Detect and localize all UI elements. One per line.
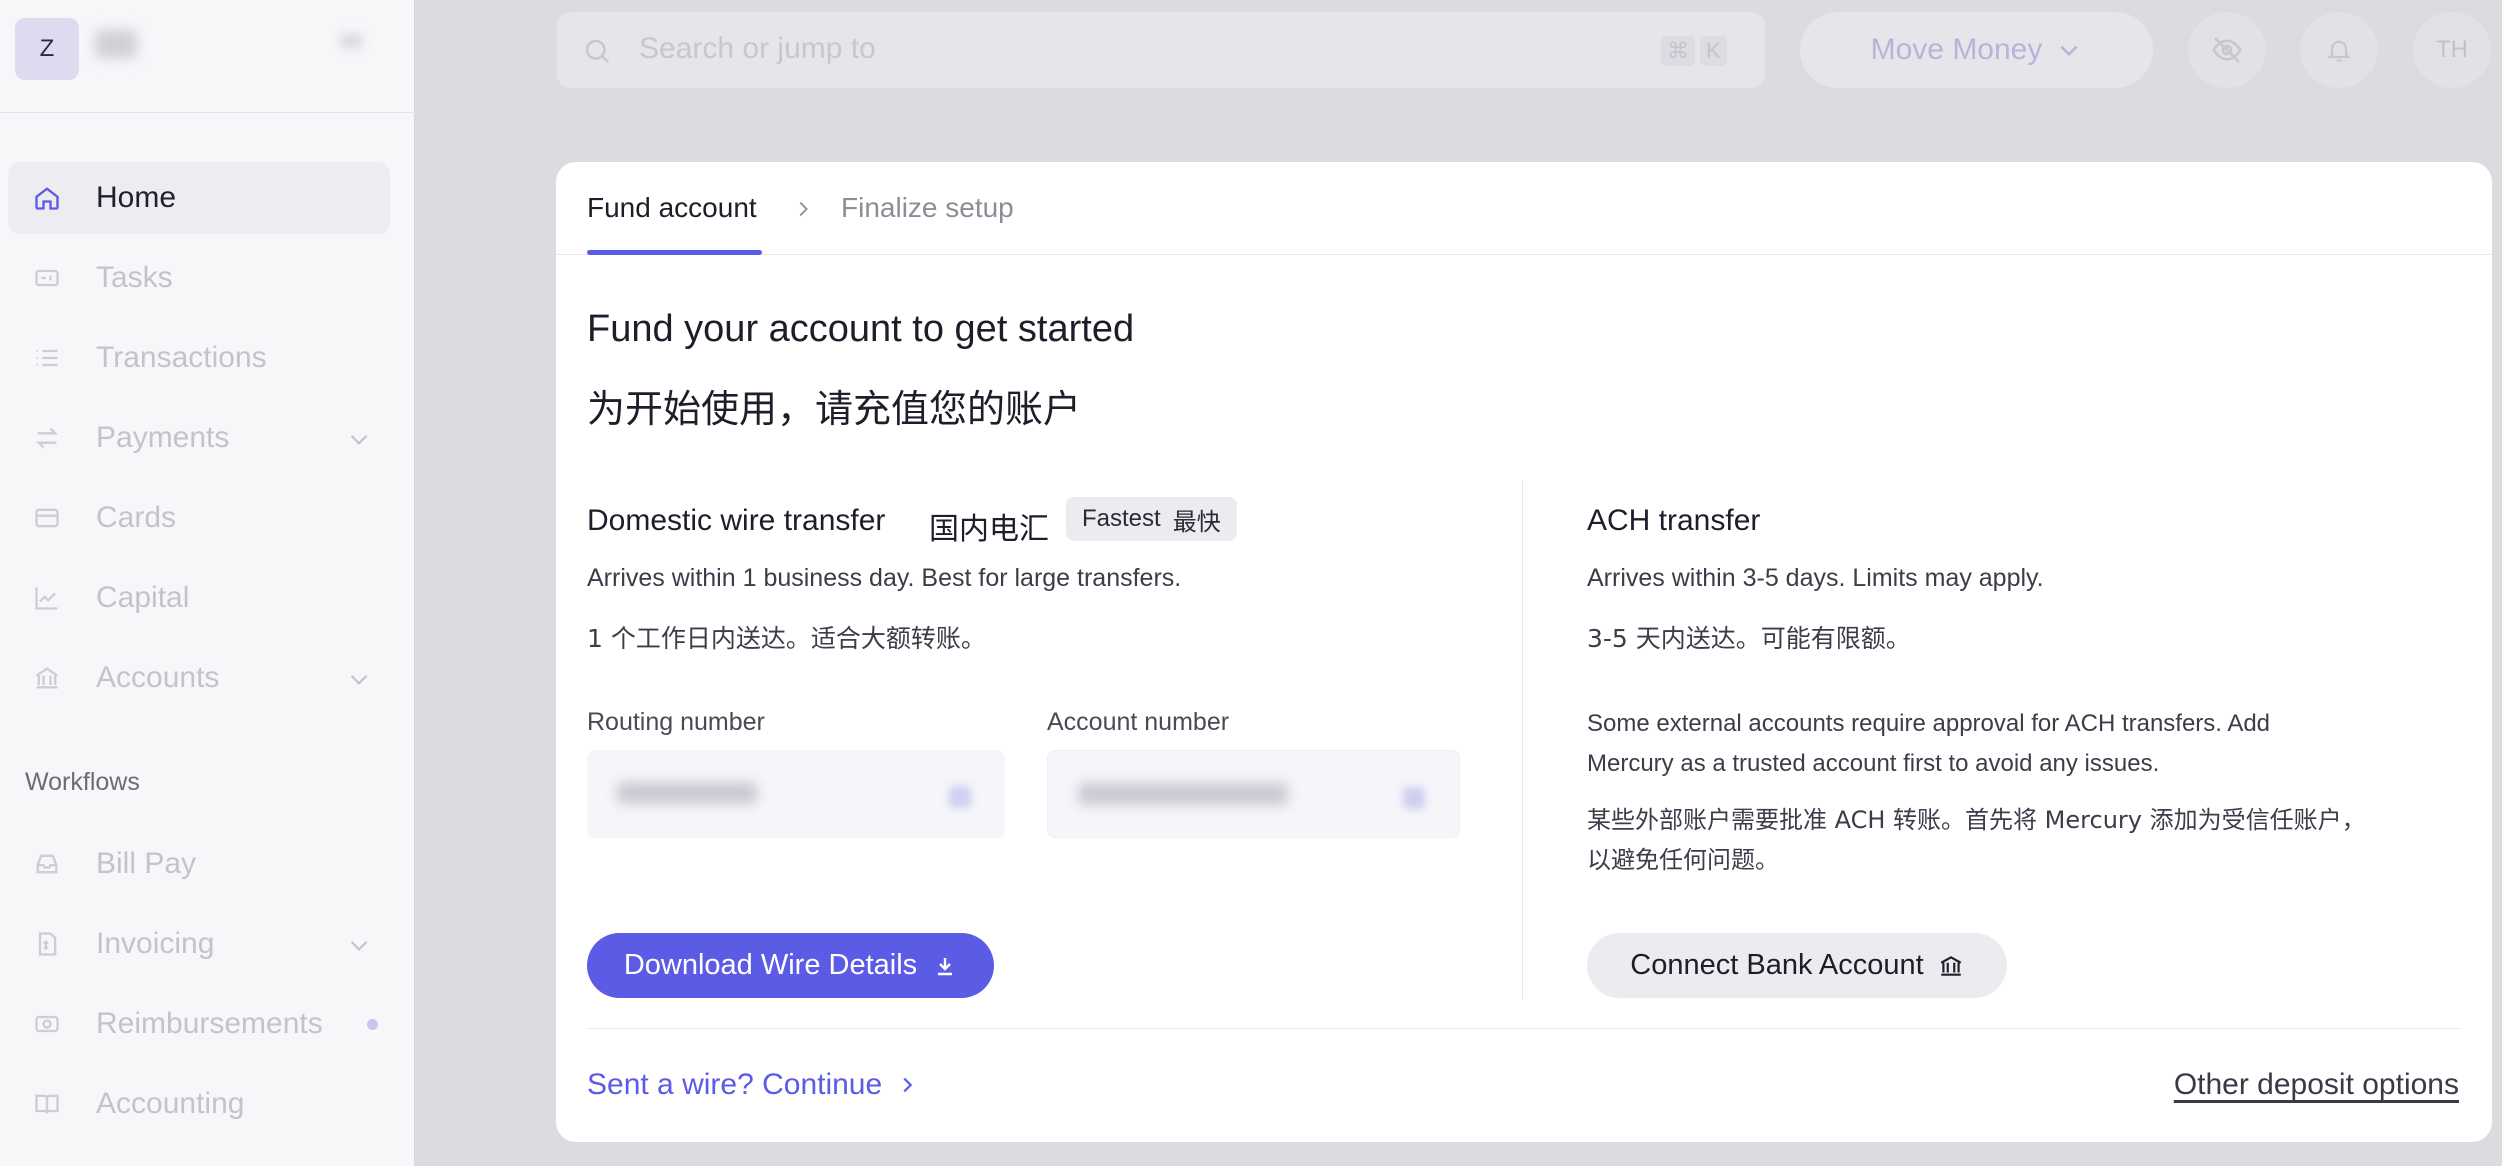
account-number-field[interactable] [1047, 750, 1460, 838]
sidebar: Z Home Tasks Transactions Payments Cards [0, 0, 415, 1166]
copy-icon[interactable] [949, 786, 971, 808]
list-icon [32, 343, 62, 373]
sidebar-item-bill-pay[interactable]: Bill Pay [8, 828, 390, 900]
download-icon [938, 957, 953, 975]
user-avatar[interactable]: TH [2413, 12, 2491, 88]
wire-description-translation: 1 个工作日内送达。适合大额转账。 [587, 624, 986, 653]
chevron-down-icon [2060, 45, 2078, 57]
sent-wire-continue-link[interactable]: Sent a wire? Continue [587, 1068, 918, 1102]
other-deposit-options-link[interactable]: Other deposit options [2174, 1068, 2459, 1102]
ach-note-translation-line-2: 以避免任何问题。 [1587, 846, 1779, 874]
routing-number-value-redacted [617, 782, 757, 804]
sidebar-item-invoicing[interactable]: Invoicing [8, 908, 390, 980]
move-money-label: Move Money [1870, 33, 2043, 66]
chevron-down-icon[interactable] [346, 426, 372, 452]
chevron-right-icon [799, 201, 808, 217]
tasks-icon [32, 263, 62, 293]
workspace-menu-icon[interactable] [340, 34, 362, 48]
wire-description: Arrives within 1 business day. Best for … [587, 564, 1182, 592]
sidebar-item-label: Payments [96, 421, 230, 454]
search-icon [585, 39, 610, 64]
setup-steps: Fund account Finalize setup [556, 162, 2492, 255]
chart-icon [32, 583, 62, 613]
chevron-down-icon[interactable] [346, 932, 372, 958]
copy-icon[interactable] [1403, 787, 1425, 809]
arrows-icon [32, 423, 62, 453]
sidebar-item-home[interactable]: Home [8, 162, 390, 234]
search-placeholder: Search or jump to [639, 32, 876, 65]
routing-number-label: Routing number [587, 708, 765, 736]
link-label: Sent a wire? Continue [587, 1068, 883, 1101]
sidebar-item-label: Transactions [96, 341, 267, 374]
download-wire-details-button[interactable]: Download Wire Details [587, 933, 994, 998]
sidebar-item-tasks[interactable]: Tasks [8, 242, 390, 314]
home-icon [32, 183, 62, 213]
eye-off-icon [2212, 37, 2242, 63]
button-label: Download Wire Details [623, 949, 918, 981]
bell-icon [2326, 40, 2352, 62]
wire-transfer-title-translation: 国内电汇 [929, 512, 1049, 547]
footer-divider [587, 1028, 2461, 1029]
badge-label: Fastest [1082, 505, 1161, 532]
notifications-button[interactable] [2300, 12, 2378, 88]
sidebar-item-label: Invoicing [96, 927, 215, 960]
fastest-badge: Fastest 最快 [1066, 497, 1237, 541]
tab-fund-account[interactable]: Fund account [587, 192, 757, 224]
connect-bank-account-button[interactable]: Connect Bank Account [1587, 933, 2007, 998]
page-title: Fund your account to get started [587, 308, 1135, 350]
bank-icon [1940, 955, 1961, 976]
sidebar-item-label: Bill Pay [96, 847, 197, 880]
invoice-icon [32, 929, 62, 959]
account-number-label: Account number [1047, 708, 1230, 736]
ach-note-line-2: Mercury as a trusted account first to av… [1587, 750, 2160, 777]
workflows-section-label: Workflows [25, 768, 140, 796]
inbox-icon [32, 849, 62, 879]
sidebar-item-accounting[interactable]: Accounting [8, 1068, 390, 1140]
bank-icon [32, 663, 62, 693]
sidebar-item-label: Tasks [96, 261, 173, 294]
sidebar-item-transactions[interactable]: Transactions [8, 322, 390, 394]
routing-number-field[interactable] [587, 750, 1005, 838]
ach-description: Arrives within 3-5 days. Limits may appl… [1587, 564, 2044, 592]
workspace-avatar: Z [15, 18, 79, 80]
column-divider [1522, 480, 1523, 1000]
sidebar-item-label: Capital [96, 581, 190, 614]
tab-finalize-setup[interactable]: Finalize setup [841, 192, 1014, 224]
page-title-translation: 为开始使用，请充值您的账户 [587, 387, 1082, 431]
account-number-value-redacted [1078, 783, 1288, 805]
button-label: Connect Bank Account [1630, 949, 1924, 981]
shortcut-cmd-key: ⌘ [1661, 36, 1695, 66]
search-input[interactable]: Search or jump to ⌘ K [557, 12, 1765, 88]
sidebar-item-label: Accounting [96, 1087, 245, 1120]
workspace-switcher[interactable]: Z [0, 0, 415, 113]
cash-icon [32, 1009, 62, 1039]
fund-account-card: Fund account Finalize setup Fund your ac… [556, 162, 2492, 1142]
book-icon [32, 1089, 62, 1119]
active-tab-indicator [587, 250, 762, 255]
sidebar-item-cards[interactable]: Cards [8, 482, 390, 554]
sidebar-item-label: Reimbursements [96, 1007, 323, 1040]
ach-transfer-title: ACH transfer [1587, 504, 1761, 537]
notification-dot [367, 1019, 378, 1030]
ach-note-translation-line-1: 某些外部账户需要批准 ACH 转账。首先将 Mercury 添加为受信任账户， [1587, 806, 2366, 834]
sidebar-item-payments[interactable]: Payments [8, 402, 390, 474]
sidebar-item-label: Accounts [96, 661, 220, 694]
sidebar-item-label: Home [96, 181, 177, 214]
workspace-name-redacted [95, 30, 137, 58]
sidebar-item-accounts[interactable]: Accounts [8, 642, 390, 714]
ach-note-line-1: Some external accounts require approval … [1587, 710, 2271, 737]
wire-transfer-title: Domestic wire transfer [587, 504, 886, 537]
hide-balances-button[interactable] [2188, 12, 2266, 88]
chevron-down-icon[interactable] [346, 666, 372, 692]
ach-description-translation: 3-5 天内送达。可能有限额。 [1587, 624, 1911, 653]
card-icon [32, 503, 62, 533]
sidebar-item-label: Cards [96, 501, 177, 534]
shortcut-k-key: K [1700, 36, 1727, 66]
sidebar-item-capital[interactable]: Capital [8, 562, 390, 634]
sidebar-item-reimbursements[interactable]: Reimbursements [8, 988, 390, 1060]
chevron-right-icon [903, 1077, 913, 1093]
badge-label-translation: 最快 [1172, 507, 1221, 536]
move-money-button[interactable]: Move Money [1800, 12, 2153, 88]
